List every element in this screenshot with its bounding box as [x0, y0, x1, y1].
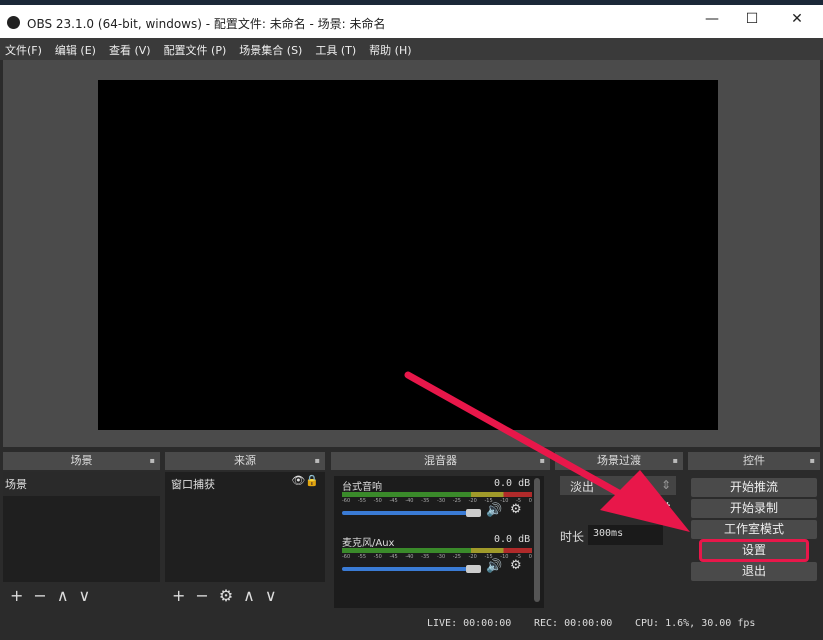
- annotation-arrow: [404, 371, 690, 532]
